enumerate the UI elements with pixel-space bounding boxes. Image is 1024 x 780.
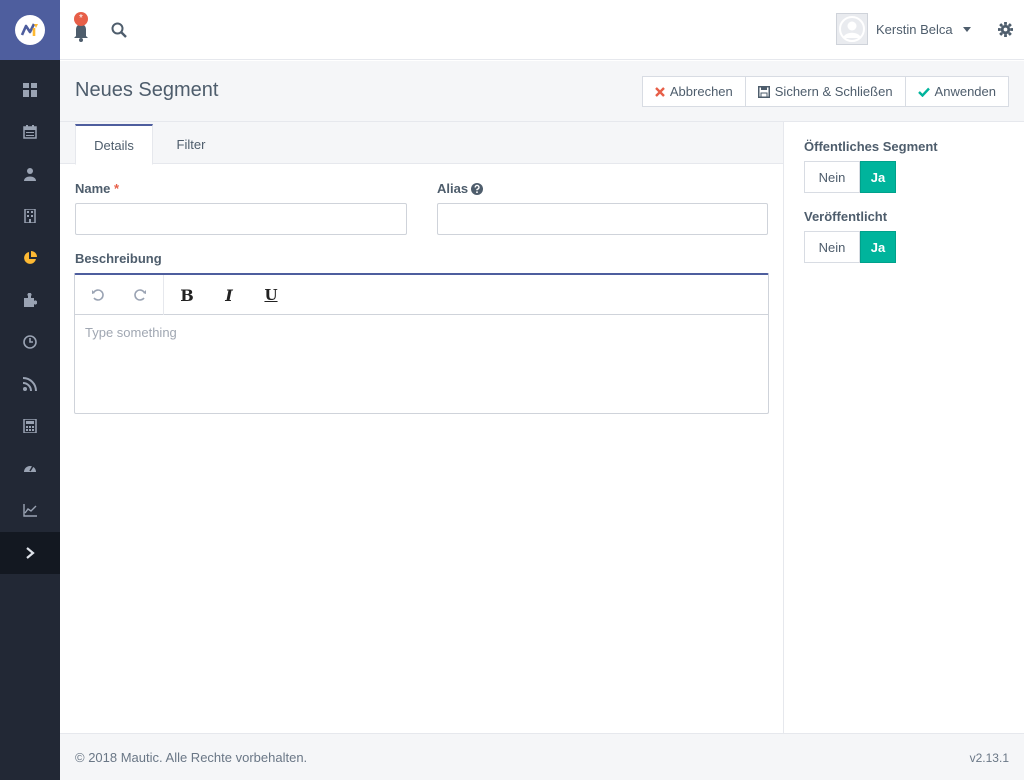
caret-down-icon <box>962 26 971 32</box>
points-icon <box>23 419 37 433</box>
editor-content-area[interactable]: Type something <box>75 315 768 350</box>
close-icon <box>655 86 665 97</box>
notification-badge: * <box>74 12 88 26</box>
sidebar-nav <box>0 69 60 531</box>
public-segment-label: Öffentliches Segment <box>804 139 938 154</box>
undo-icon <box>92 289 104 301</box>
published-yes[interactable]: Ja <box>860 231 896 263</box>
published-toggle: Nein Ja <box>804 231 896 263</box>
dashboard-icon <box>23 83 37 97</box>
user-name: Kerstin Belca <box>876 21 953 37</box>
published-no[interactable]: Nein <box>804 231 860 263</box>
nav-item-calendar[interactable] <box>0 111 60 153</box>
main-content: Details Filter Name * Alias Beschreibung… <box>60 122 783 733</box>
search-icon <box>111 22 127 38</box>
description-label: Beschreibung <box>75 251 162 266</box>
public-segment-yes[interactable]: Ja <box>860 161 896 193</box>
save-icon <box>757 85 770 98</box>
tab-filter[interactable]: Filter <box>160 124 222 165</box>
header-button-group: Abbrechen Sichern & Schließen Anwenden <box>641 76 1009 107</box>
nav-item-contacts[interactable] <box>0 153 60 195</box>
avatar <box>836 13 868 45</box>
tab-details[interactable]: Details <box>75 124 153 165</box>
alias-label: Alias <box>437 181 484 196</box>
public-segment-toggle: Nein Ja <box>804 161 896 193</box>
page-header: Neues Segment Abbrechen Sichern & Schlie… <box>60 61 1024 122</box>
nav-item-campaigns[interactable] <box>0 321 60 363</box>
tab-bar: Details Filter <box>60 122 783 165</box>
user-avatar-icon <box>839 16 865 42</box>
nav-item-channels[interactable] <box>0 363 60 405</box>
contacts-icon <box>24 168 36 181</box>
gear-icon <box>998 22 1013 37</box>
user-menu[interactable]: Kerstin Belca <box>836 13 971 45</box>
underline-button[interactable]: U <box>256 275 286 315</box>
apply-button[interactable]: Anwenden <box>905 76 1009 107</box>
alias-input[interactable] <box>437 203 768 235</box>
cancel-button[interactable]: Abbrechen <box>641 76 746 107</box>
calendar-icon <box>23 125 37 139</box>
footer-version: v2.13.1 <box>969 751 1009 765</box>
published-label: Veröffentlicht <box>804 209 888 224</box>
nav-item-reports[interactable] <box>0 489 60 531</box>
footer: © 2018 Mautic. Alle Rechte vorbehalten. … <box>60 733 1024 780</box>
name-label: Name * <box>75 181 119 196</box>
nav-item-segments[interactable] <box>0 237 60 279</box>
footer-copyright: © 2018 Mautic. Alle Rechte vorbehalten. <box>75 750 308 765</box>
topbar: * Kerstin Belca <box>60 0 1024 60</box>
logo[interactable] <box>0 0 60 60</box>
redo-button[interactable] <box>125 275 155 315</box>
segments-icon <box>24 251 37 264</box>
apply-button-label: Anwenden <box>934 84 996 99</box>
toolbar-separator <box>163 275 164 315</box>
page-title: Neues Segment <box>75 79 219 101</box>
channels-icon <box>23 377 37 391</box>
undo-button[interactable] <box>83 275 113 315</box>
sidebar <box>0 0 60 780</box>
companies-icon <box>24 209 36 223</box>
description-editor: B I U Type something <box>74 273 769 414</box>
mautic-logo-icon <box>15 15 45 45</box>
search-button[interactable] <box>111 22 127 41</box>
chevron-right-icon <box>26 547 35 559</box>
help-icon[interactable] <box>471 182 484 195</box>
nav-item-points[interactable] <box>0 405 60 447</box>
nav-item-stages[interactable] <box>0 447 60 489</box>
reports-icon <box>23 504 37 517</box>
bold-button[interactable]: B <box>172 275 202 315</box>
nav-item-dashboard[interactable] <box>0 69 60 111</box>
save-close-button[interactable]: Sichern & Schließen <box>745 76 906 107</box>
name-label-text: Name <box>75 181 111 196</box>
italic-button[interactable]: I <box>214 275 244 315</box>
editor-toolbar: B I U <box>75 275 768 315</box>
properties-panel: Öffentliches Segment Nein Ja Veröffentli… <box>783 122 1024 733</box>
nav-item-companies[interactable] <box>0 195 60 237</box>
components-icon <box>24 293 37 307</box>
alias-label-text: Alias <box>437 181 469 196</box>
stages-icon <box>24 465 36 472</box>
public-segment-no[interactable]: Nein <box>804 161 860 193</box>
nav-item-components[interactable] <box>0 279 60 321</box>
save-close-button-label: Sichern & Schließen <box>774 84 893 99</box>
name-input[interactable] <box>75 203 407 235</box>
notifications-button[interactable]: * <box>70 12 92 42</box>
redo-icon <box>134 289 146 301</box>
settings-button[interactable] <box>998 22 1013 40</box>
campaigns-icon <box>23 335 37 349</box>
sidebar-expand-button[interactable] <box>0 532 60 574</box>
editor-placeholder: Type something <box>85 325 177 340</box>
check-icon <box>917 87 930 97</box>
cancel-button-label: Abbrechen <box>669 84 733 99</box>
required-marker: * <box>114 181 120 196</box>
